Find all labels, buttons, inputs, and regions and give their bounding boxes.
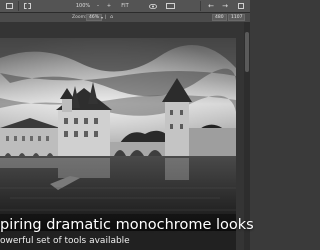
top-toolbar: 100% – + FIT ← → xyxy=(0,0,250,13)
zoom-out-icon[interactable]: – xyxy=(93,0,103,12)
compare-icon[interactable] xyxy=(164,0,176,12)
redo-icon[interactable]: → xyxy=(220,0,230,12)
zoom-field-sep: | xyxy=(105,15,107,20)
toolbar-divider xyxy=(18,1,19,11)
width-field[interactable]: 480 xyxy=(212,14,227,21)
vertical-scrollbar[interactable] xyxy=(244,22,250,250)
toolbar-divider xyxy=(200,1,201,11)
zoom-dropdown-icon[interactable]: ▾ xyxy=(101,13,103,22)
zoom-in-icon[interactable]: + xyxy=(104,0,114,12)
link-icon[interactable]: ⌂ xyxy=(110,13,113,22)
zoom-value-field[interactable]: 46% xyxy=(86,14,103,21)
caption-title: piring dramatic monochrome looks xyxy=(0,217,254,233)
caption-overlay: piring dramatic monochrome looks owerful… xyxy=(0,214,254,250)
scroll-thumb[interactable] xyxy=(245,32,249,72)
image-icon[interactable] xyxy=(4,0,14,12)
undo-icon[interactable]: ← xyxy=(206,0,216,12)
frame-icon[interactable] xyxy=(22,0,32,12)
eye-icon[interactable] xyxy=(148,0,158,12)
zoom-percent[interactable]: 100% xyxy=(75,0,91,12)
caption-subtitle: owerful set of tools available xyxy=(0,236,130,246)
zoom-label: Zoom: xyxy=(72,15,87,20)
panel-icon[interactable] xyxy=(236,0,246,12)
height-field[interactable]: 1107 xyxy=(228,14,246,21)
monochrome-castle-image xyxy=(0,38,236,231)
fit-button[interactable]: FIT xyxy=(118,0,132,12)
photo[interactable] xyxy=(0,38,236,231)
zoom-bar: Zoom: 46% ▾ | ⌂ 480 1107 xyxy=(0,13,250,22)
